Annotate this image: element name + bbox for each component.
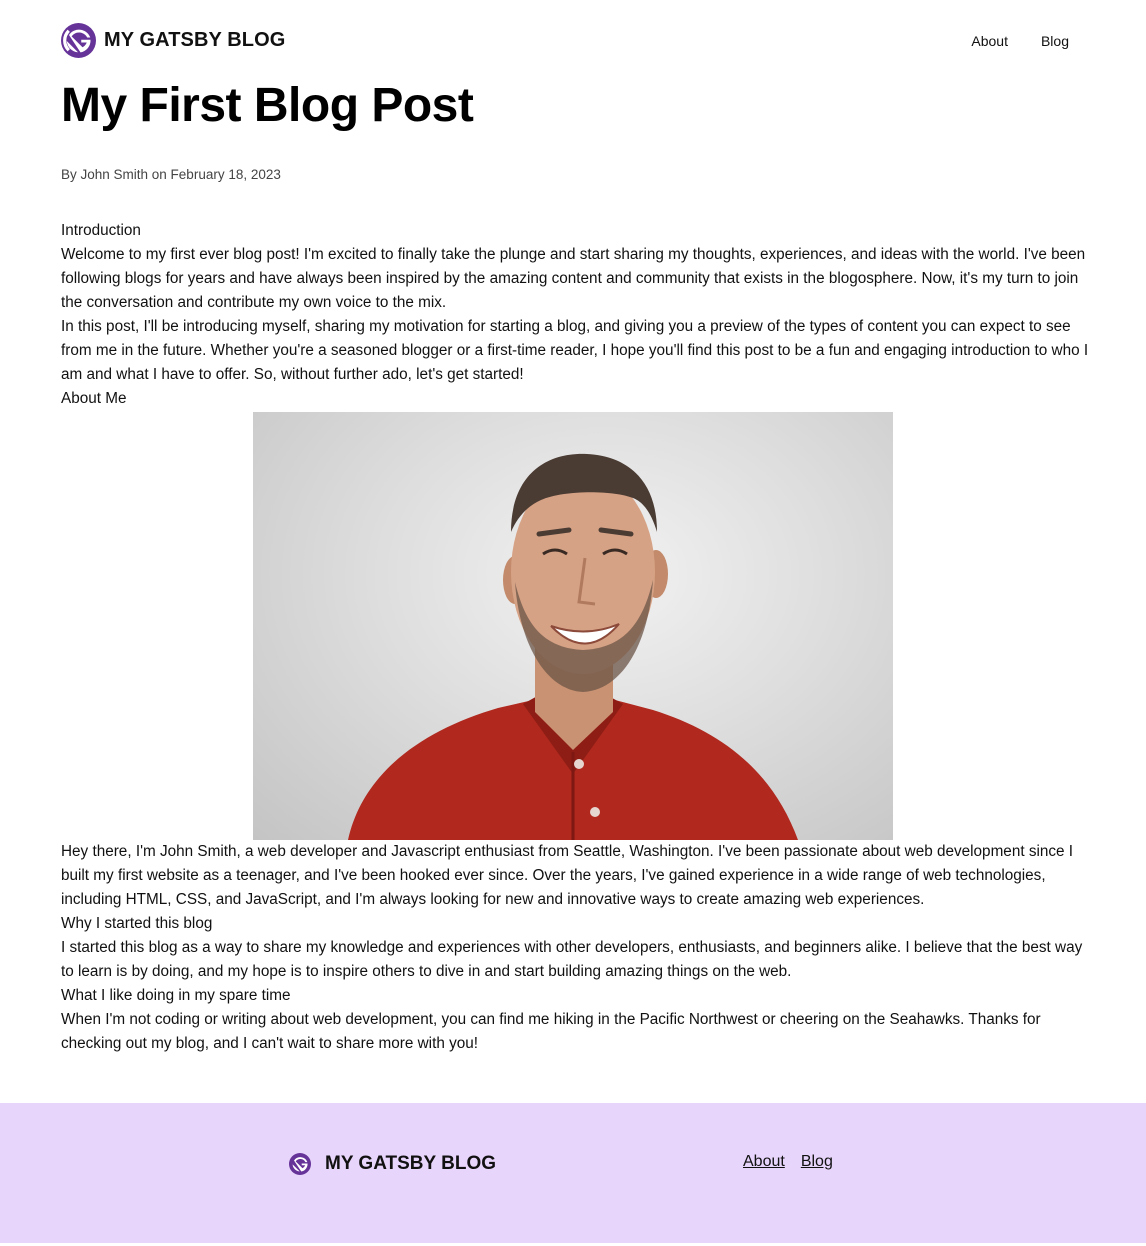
author-portrait-illustration — [348, 453, 798, 840]
footer-brand-name: MY GATSBY BLOG — [325, 1153, 497, 1174]
footer-about-link[interactable]: About — [743, 1153, 785, 1171]
footer-nav: About Blog — [743, 1153, 833, 1171]
gatsby-logo-icon — [61, 23, 96, 58]
main-nav: About Blog — [971, 33, 1069, 49]
post-byline: By John Smith on February 18, 2023 — [61, 167, 281, 182]
intro-paragraph-2: In this post, I'll be introducing myself… — [61, 318, 1089, 383]
why-paragraph: I started this blog as a way to share my… — [61, 939, 1083, 980]
about-paragraph: Hey there, I'm John Smith, a web develop… — [61, 843, 1074, 908]
intro-paragraph-1: Welcome to my first ever blog post! I'm … — [61, 246, 1086, 311]
gatsby-logo-icon — [289, 1153, 311, 1175]
site-footer: MY GATSBY BLOG About Blog — [0, 1103, 1146, 1243]
nav-blog-link[interactable]: Blog — [1041, 33, 1069, 49]
nav-about-link[interactable]: About — [971, 33, 1008, 49]
author-photo — [253, 412, 893, 840]
site-header: MY GATSBY BLOG About Blog — [61, 23, 1085, 61]
spare-time-paragraph: When I'm not coding or writing about web… — [61, 1011, 1041, 1052]
brand-name: MY GATSBY BLOG — [104, 29, 286, 51]
footer-blog-link[interactable]: Blog — [801, 1153, 833, 1171]
post-content: Introduction Welcome to my first ever bl… — [61, 219, 1089, 1056]
section-heading-introduction: Introduction — [61, 222, 141, 239]
section-heading-about-me: About Me — [61, 390, 127, 407]
brand-home-link[interactable]: MY GATSBY BLOG — [61, 23, 285, 58]
footer-brand-link[interactable]: MY GATSBY BLOG — [289, 1153, 496, 1175]
section-heading-spare-time: What I like doing in my spare time — [61, 987, 291, 1004]
post-title: My First Blog Post — [61, 79, 474, 132]
section-heading-why: Why I started this blog — [61, 915, 213, 932]
